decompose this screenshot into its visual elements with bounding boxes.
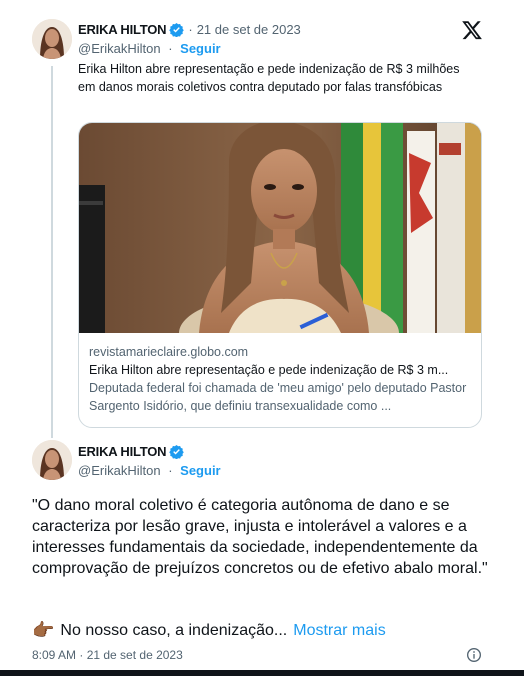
tweet-continuation-row: 👉🏾 No nosso caso, a indenização... Mostr… xyxy=(32,620,386,641)
tweet-timestamp[interactable]: 8:09 AM · 21 de set de 2023 xyxy=(32,648,183,662)
avatar-photo xyxy=(32,19,72,59)
author-name[interactable]: ERIKA HILTON xyxy=(78,22,167,37)
link-preview-image xyxy=(79,123,481,333)
quoted-author-row: ERIKA HILTON · 21 de set de 2023 xyxy=(78,22,301,37)
link-preview-body: revistamarieclaire.globo.com Erika Hilto… xyxy=(89,343,473,415)
link-description: Deputada federal foi chamada de 'meu ami… xyxy=(89,381,467,413)
verified-badge-icon xyxy=(169,22,185,37)
tweet-date[interactable]: 21 de set de 2023 xyxy=(197,22,301,37)
link-title: Erika Hilton abre representação e pede i… xyxy=(89,363,449,377)
author-handle[interactable]: @ErikakHilton xyxy=(78,41,161,56)
x-logo-icon[interactable] xyxy=(461,19,483,41)
tweet-continuation-text: No nosso caso, a indenização... xyxy=(60,621,288,639)
quoted-tweet-text: Erika Hilton abre representação e pede i… xyxy=(78,62,460,94)
follow-button[interactable]: Seguir xyxy=(180,463,220,478)
quoted-handle-row: @ErikakHilton · Seguir xyxy=(78,41,221,56)
author-name[interactable]: ERIKA HILTON xyxy=(78,444,167,459)
link-preview-card[interactable]: revistamarieclaire.globo.com Erika Hilto… xyxy=(78,122,482,428)
main-author-row: ERIKA HILTON xyxy=(78,444,185,459)
main-handle-row: @ErikakHilton · Seguir xyxy=(78,463,221,478)
link-domain: revistamarieclaire.globo.com xyxy=(89,345,249,359)
show-more-link[interactable]: Mostrar mais xyxy=(293,622,385,640)
avatar-photo xyxy=(32,440,72,480)
avatar[interactable] xyxy=(32,19,72,59)
bottom-edge-bar xyxy=(0,670,524,676)
author-handle[interactable]: @ErikakHilton xyxy=(78,463,161,478)
avatar[interactable] xyxy=(32,440,72,480)
main-tweet-text: "O dano moral coletivo é categoria autôn… xyxy=(32,497,488,577)
follow-button[interactable]: Seguir xyxy=(180,41,220,56)
info-icon[interactable] xyxy=(466,647,482,663)
verified-badge-icon xyxy=(169,444,185,459)
pointing-hand-emoji: 👉🏾 xyxy=(32,620,55,640)
thread-connector-line xyxy=(51,66,53,438)
